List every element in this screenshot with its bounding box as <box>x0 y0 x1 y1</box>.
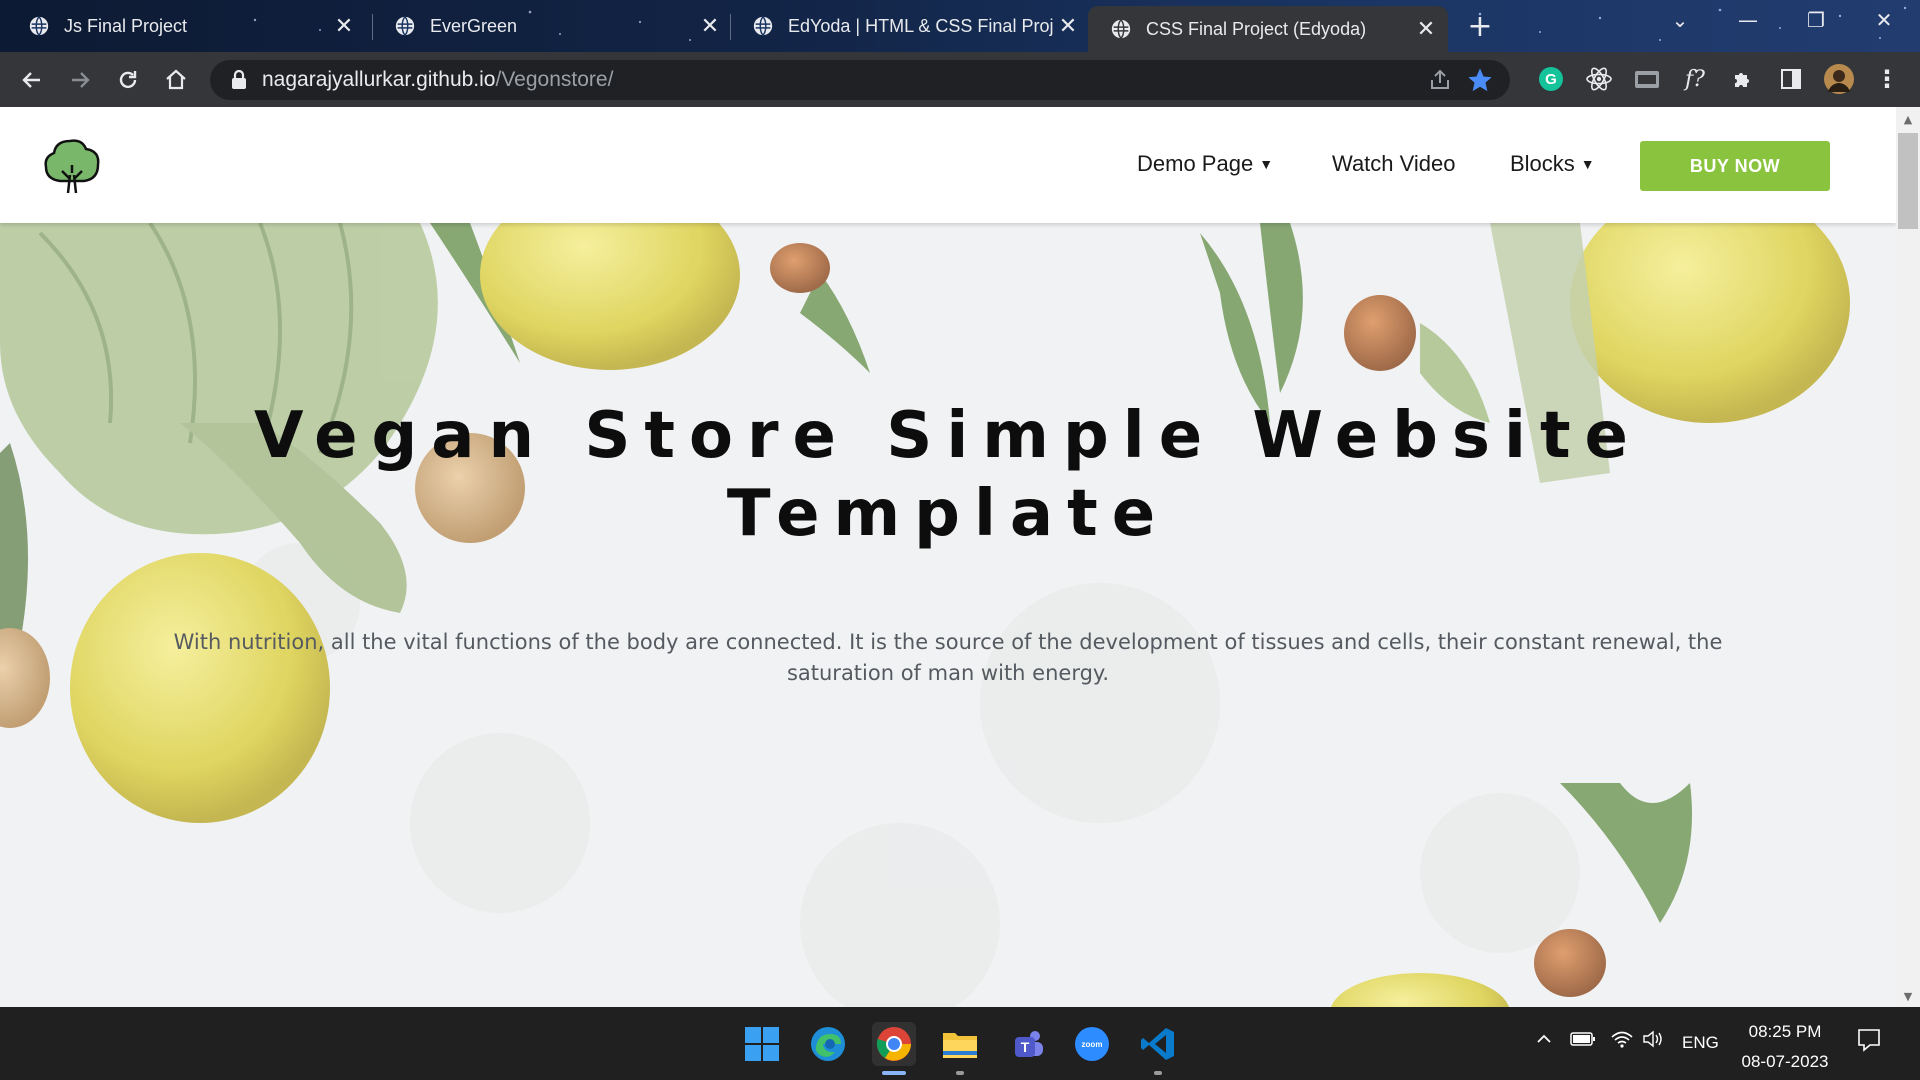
home-icon <box>166 69 186 90</box>
site-header: Demo Page ▼ Watch Video Blocks ▼ BUY NOW <box>0 107 1896 223</box>
nav-demo-page[interactable]: Demo Page ▼ <box>1137 151 1273 177</box>
reload-button[interactable] <box>110 62 146 98</box>
tab-title: CSS Final Project (Edyoda) <box>1146 18 1367 39</box>
tab-title: EverGreen <box>430 15 518 36</box>
clock[interactable]: 08:25 PM 08-07-2023 <box>1730 1017 1840 1077</box>
globe-icon <box>1111 19 1131 39</box>
language-indicator[interactable]: ENG <box>1682 1033 1719 1053</box>
new-tab-button[interactable]: + <box>1462 10 1498 46</box>
svg-text:zoom: zoom <box>1082 1040 1103 1049</box>
scroll-down-arrow-icon[interactable]: ▼ <box>1900 990 1916 1006</box>
extensions-puzzle-icon[interactable] <box>1728 64 1758 94</box>
lock-icon[interactable] <box>230 70 248 90</box>
hero-vegetables-image <box>0 223 1896 1007</box>
react-devtools-icon[interactable] <box>1584 64 1614 94</box>
wifi-icon[interactable] <box>1610 1029 1634 1054</box>
bookmark-star-icon[interactable] <box>1466 66 1494 94</box>
restore-icon[interactable]: ❐ <box>1796 8 1836 32</box>
webpage-viewport: Demo Page ▼ Watch Video Blocks ▼ BUY NOW… <box>0 107 1896 1007</box>
clock-date: 08-07-2023 <box>1741 1052 1829 1071</box>
chrome-icon[interactable] <box>872 1022 916 1066</box>
windows-taskbar: T zoom ENG 08:25 PM 08-07-2023 <box>0 1007 1920 1080</box>
globe-icon <box>395 16 415 36</box>
tab-evergreen[interactable]: EverGreen ✕ <box>372 6 732 46</box>
volume-icon[interactable] <box>1642 1029 1666 1054</box>
tree-logo-icon <box>44 139 100 194</box>
wallet-extension-icon[interactable] <box>1632 64 1662 94</box>
profile-avatar[interactable] <box>1824 64 1854 94</box>
close-window-icon[interactable]: ✕ <box>1864 8 1904 32</box>
tab-css-final-project[interactable]: CSS Final Project (Edyoda) ✕ <box>1088 6 1448 52</box>
url-path: /Vegonstore/ <box>495 68 614 91</box>
scrollbar-thumb[interactable] <box>1898 133 1918 229</box>
hero-description: With nutrition, all the vital functions … <box>173 630 1723 685</box>
forward-button[interactable] <box>62 62 98 98</box>
close-tab-icon[interactable]: ✕ <box>1412 16 1440 42</box>
battery-icon[interactable] <box>1570 1031 1596 1052</box>
tab-title: Js Final Project <box>64 15 188 36</box>
nav-label: Watch Video <box>1332 151 1456 176</box>
close-tab-icon[interactable]: ✕ <box>696 13 724 39</box>
hero-title: Vegan Store Simple Website Template <box>0 397 1896 553</box>
url-host: nagarajyallurkar.github.io <box>262 68 496 91</box>
close-tab-icon[interactable]: ✕ <box>330 13 358 39</box>
tab-edyoda-html-css[interactable]: EdYoda | HTML & CSS Final Proje ✕ <box>730 6 1090 46</box>
caret-down-icon: ▼ <box>1259 156 1274 172</box>
globe-icon <box>29 16 49 36</box>
fonts-ninja-icon[interactable]: f? <box>1680 64 1710 94</box>
scroll-up-arrow-icon[interactable]: ▲ <box>1900 113 1916 129</box>
clock-time: 08:25 PM <box>1748 1022 1822 1041</box>
nav-watch-video[interactable]: Watch Video <box>1332 151 1456 177</box>
tab-search-icon[interactable]: ⌄ <box>1660 8 1700 32</box>
browser-title-bar: Js Final Project ✕ EverGreen ✕ EdYoda | … <box>0 0 1920 52</box>
minimize-icon[interactable]: — <box>1728 8 1768 32</box>
hero-title-line-1: Vegan Store Simple Website <box>254 399 1642 473</box>
broccoli-logo[interactable] <box>40 135 104 199</box>
tab-title: EdYoda | HTML & CSS Final Proje <box>788 15 1054 36</box>
back-arrow-icon <box>22 72 40 88</box>
caret-down-icon: ▼ <box>1580 156 1595 172</box>
buy-now-button[interactable]: BUY NOW <box>1640 141 1830 191</box>
nav-blocks[interactable]: Blocks ▼ <box>1510 151 1595 177</box>
address-bar[interactable]: nagarajyallurkar.github.io/Vegonstore/ <box>210 60 1510 100</box>
windows-start-icon[interactable] <box>740 1022 784 1066</box>
show-hidden-icons-icon[interactable] <box>1534 1029 1554 1054</box>
edge-browser-icon[interactable] <box>806 1022 850 1066</box>
share-icon[interactable] <box>1428 68 1452 92</box>
reload-icon <box>119 71 137 89</box>
menu-kebab-icon[interactable]: ⋮ <box>1872 64 1902 94</box>
running-indicator <box>882 1071 906 1075</box>
globe-icon <box>753 16 773 36</box>
grammarly-icon[interactable]: G <box>1536 64 1566 94</box>
svg-text:G: G <box>1545 71 1557 88</box>
running-indicator <box>1154 1071 1162 1075</box>
close-tab-icon[interactable]: ✕ <box>1054 13 1082 39</box>
tab-js-final-project[interactable]: Js Final Project ✕ <box>6 6 366 46</box>
forward-arrow-icon <box>72 72 90 88</box>
nav-label: Demo Page <box>1137 151 1254 176</box>
home-button[interactable] <box>158 62 194 98</box>
hero-title-line-2: Template <box>726 477 1170 551</box>
teams-icon[interactable]: T <box>1004 1022 1048 1066</box>
page-scrollbar[interactable] <box>1896 107 1920 1007</box>
running-indicator <box>956 1071 964 1075</box>
svg-text:T: T <box>1021 1039 1030 1055</box>
vscode-icon[interactable] <box>1136 1022 1180 1066</box>
browser-toolbar: nagarajyallurkar.github.io/Vegonstore/ G… <box>0 52 1920 107</box>
zoom-icon[interactable]: zoom <box>1070 1022 1114 1066</box>
notifications-icon[interactable] <box>1856 1027 1882 1058</box>
back-button[interactable] <box>14 62 50 98</box>
file-explorer-icon[interactable] <box>938 1022 982 1066</box>
side-panel-icon[interactable] <box>1776 64 1806 94</box>
nav-label: Blocks <box>1510 151 1575 176</box>
